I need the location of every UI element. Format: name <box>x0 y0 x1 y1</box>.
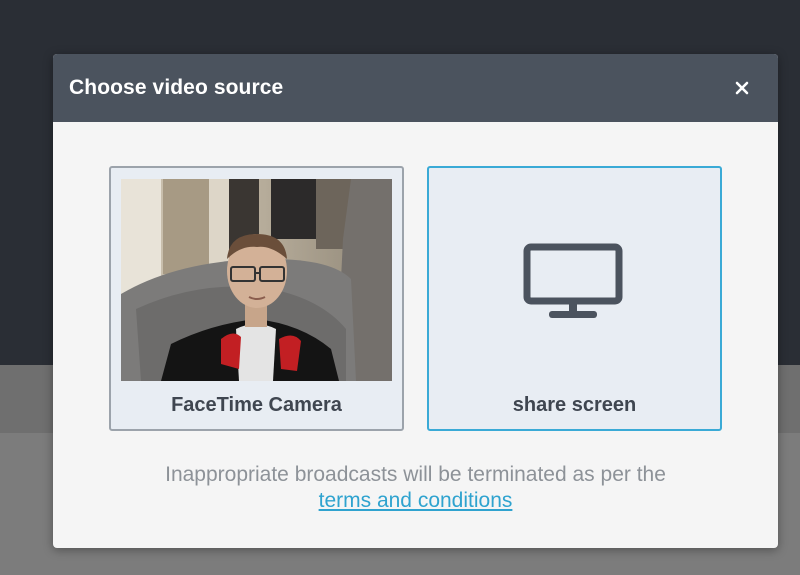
broadcast-notice: Inappropriate broadcasts will be termina… <box>53 462 778 514</box>
modal-header: Choose video source <box>53 54 778 122</box>
share-screen-label: share screen <box>512 394 637 416</box>
monitor-icon <box>523 243 623 318</box>
close-button[interactable] <box>730 76 754 100</box>
terms-link[interactable]: terms and conditions <box>319 489 513 512</box>
camera-source-option[interactable]: FaceTime Camera <box>109 166 404 431</box>
modal-title: Choose video source <box>69 76 284 99</box>
share-screen-option[interactable]: share screen <box>427 166 722 431</box>
camera-preview-image <box>121 179 392 381</box>
video-source-modal: Choose video source FaceTime Camera shar… <box>53 54 778 548</box>
close-icon <box>735 81 749 95</box>
camera-source-label: FaceTime Camera <box>171 394 342 416</box>
notice-text: Inappropriate broadcasts will be termina… <box>165 463 666 486</box>
camera-preview <box>121 179 392 381</box>
